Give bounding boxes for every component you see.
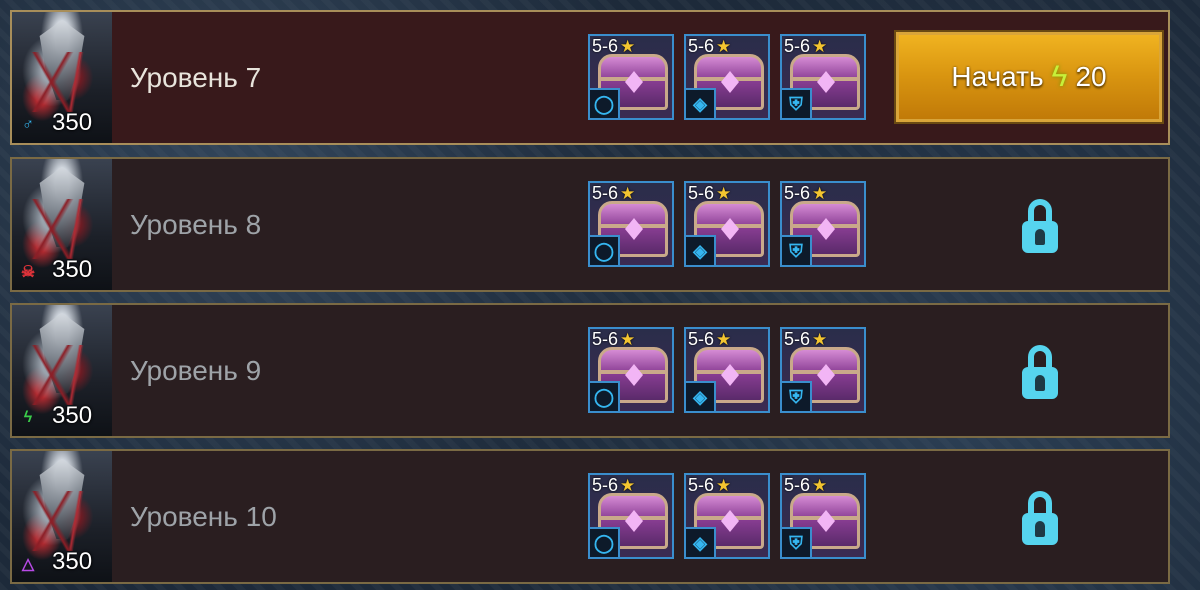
ring-icon: ◯ [590, 381, 620, 411]
banner-icon: ⛨ [782, 381, 812, 411]
reward-chest[interactable]: 5-6 ★ ◈ [684, 181, 770, 267]
void-affinity-icon: △ [21, 556, 35, 573]
ring-icon: ◯ [590, 88, 620, 118]
amulet-icon: ◈ [686, 381, 716, 411]
reward-chest[interactable]: 5-6 ★ ◈ [684, 473, 770, 559]
star-icon: ★ [812, 36, 828, 56]
level-row-9[interactable]: ϟ 350 Уровень 9 5-6 ★ ◯ 5-6 ★ ◈ 5-6 ★ ⛨ [10, 303, 1170, 438]
reward-list: 5-6 ★ ◯ 5-6 ★ ◈ 5-6 ★ ⛨ [588, 473, 866, 559]
reward-chest[interactable]: 5-6 ★ ◈ [684, 34, 770, 120]
reward-chest[interactable]: 5-6 ★ ⛨ [780, 327, 866, 413]
reward-rank: 5-6 [592, 36, 619, 56]
reward-rank: 5-6 [592, 475, 619, 495]
ring-icon: ◯ [590, 527, 620, 557]
banner-icon: ⛨ [782, 527, 812, 557]
reward-chest[interactable]: 5-6 ★ ⛨ [780, 181, 866, 267]
reward-rank: 5-6 [784, 183, 811, 203]
star-icon: ★ [716, 183, 732, 203]
reward-list: 5-6 ★ ◯ 5-6 ★ ◈ 5-6 ★ ⛨ [588, 34, 866, 120]
reward-rank: 5-6 [688, 475, 715, 495]
boss-portrait: ☠ 350 [12, 159, 112, 290]
level-row-10[interactable]: △ 350 Уровень 10 5-6 ★ ◯ 5-6 ★ ◈ 5-6 ★ ⛨ [10, 449, 1170, 584]
banner-icon: ⛨ [782, 235, 812, 265]
reward-chest[interactable]: 5-6 ★ ⛨ [780, 34, 866, 120]
star-icon: ★ [716, 36, 732, 56]
boss-power: 350 [52, 402, 93, 429]
boss-power: 350 [52, 109, 93, 136]
spirit-affinity-icon: ϟ [23, 409, 33, 426]
start-label: Начать [951, 61, 1044, 92]
star-icon: ★ [812, 183, 828, 203]
star-icon: ★ [620, 475, 636, 495]
lock-icon [1022, 345, 1058, 399]
star-icon: ★ [812, 329, 828, 349]
force-affinity-icon: ☠ [20, 264, 36, 281]
start-button[interactable]: Начать ϟ 20 [894, 30, 1164, 124]
reward-rank: 5-6 [592, 183, 619, 203]
boss-power: 350 [52, 548, 93, 575]
level-title: Уровень 8 [130, 208, 262, 240]
lock-icon [1022, 491, 1058, 545]
star-icon: ★ [620, 329, 636, 349]
reward-rank: 5-6 [592, 329, 619, 349]
reward-rank: 5-6 [688, 329, 715, 349]
level-title: Уровень 7 [130, 61, 262, 93]
star-icon: ★ [812, 475, 828, 495]
boss-portrait: ♂ 350 [12, 12, 112, 143]
reward-chest[interactable]: 5-6 ★ ⛨ [780, 473, 866, 559]
reward-chest[interactable]: 5-6 ★ ◯ [588, 34, 674, 120]
star-icon: ★ [620, 183, 636, 203]
banner-icon: ⛨ [782, 88, 812, 118]
star-icon: ★ [716, 475, 732, 495]
reward-rank: 5-6 [784, 475, 811, 495]
star-icon: ★ [620, 36, 636, 56]
boss-portrait: △ 350 [12, 451, 112, 582]
reward-chest[interactable]: 5-6 ★ ◯ [588, 327, 674, 413]
level-row-8[interactable]: ☠ 350 Уровень 8 5-6 ★ ◯ 5-6 ★ ◈ 5-6 ★ ⛨ [10, 157, 1170, 292]
reward-rank: 5-6 [784, 36, 811, 56]
level-title: Уровень 9 [130, 354, 262, 386]
level-title: Уровень 10 [130, 500, 277, 532]
reward-list: 5-6 ★ ◯ 5-6 ★ ◈ 5-6 ★ ⛨ [588, 327, 866, 413]
reward-list: 5-6 ★ ◯ 5-6 ★ ◈ 5-6 ★ ⛨ [588, 181, 866, 267]
reward-chest[interactable]: 5-6 ★ ◈ [684, 327, 770, 413]
star-icon: ★ [716, 329, 732, 349]
energy-cost: 20 [1075, 61, 1107, 92]
reward-chest[interactable]: 5-6 ★ ◯ [588, 181, 674, 267]
reward-chest[interactable]: 5-6 ★ ◯ [588, 473, 674, 559]
boss-portrait: ϟ 350 [12, 305, 112, 436]
energy-icon: ϟ [1051, 60, 1068, 93]
level-row-7[interactable]: ♂ 350 Уровень 7 5-6 ★ ◯ 5-6 ★ ◈ 5-6 ★ ⛨ Нач… [10, 10, 1170, 145]
amulet-icon: ◈ [686, 527, 716, 557]
amulet-icon: ◈ [686, 88, 716, 118]
reward-rank: 5-6 [688, 36, 715, 56]
amulet-icon: ◈ [686, 235, 716, 265]
boss-power: 350 [52, 256, 93, 283]
ring-icon: ◯ [590, 235, 620, 265]
reward-rank: 5-6 [688, 183, 715, 203]
magic-affinity-icon: ♂ [22, 116, 34, 133]
reward-rank: 5-6 [784, 329, 811, 349]
lock-icon [1022, 199, 1058, 253]
